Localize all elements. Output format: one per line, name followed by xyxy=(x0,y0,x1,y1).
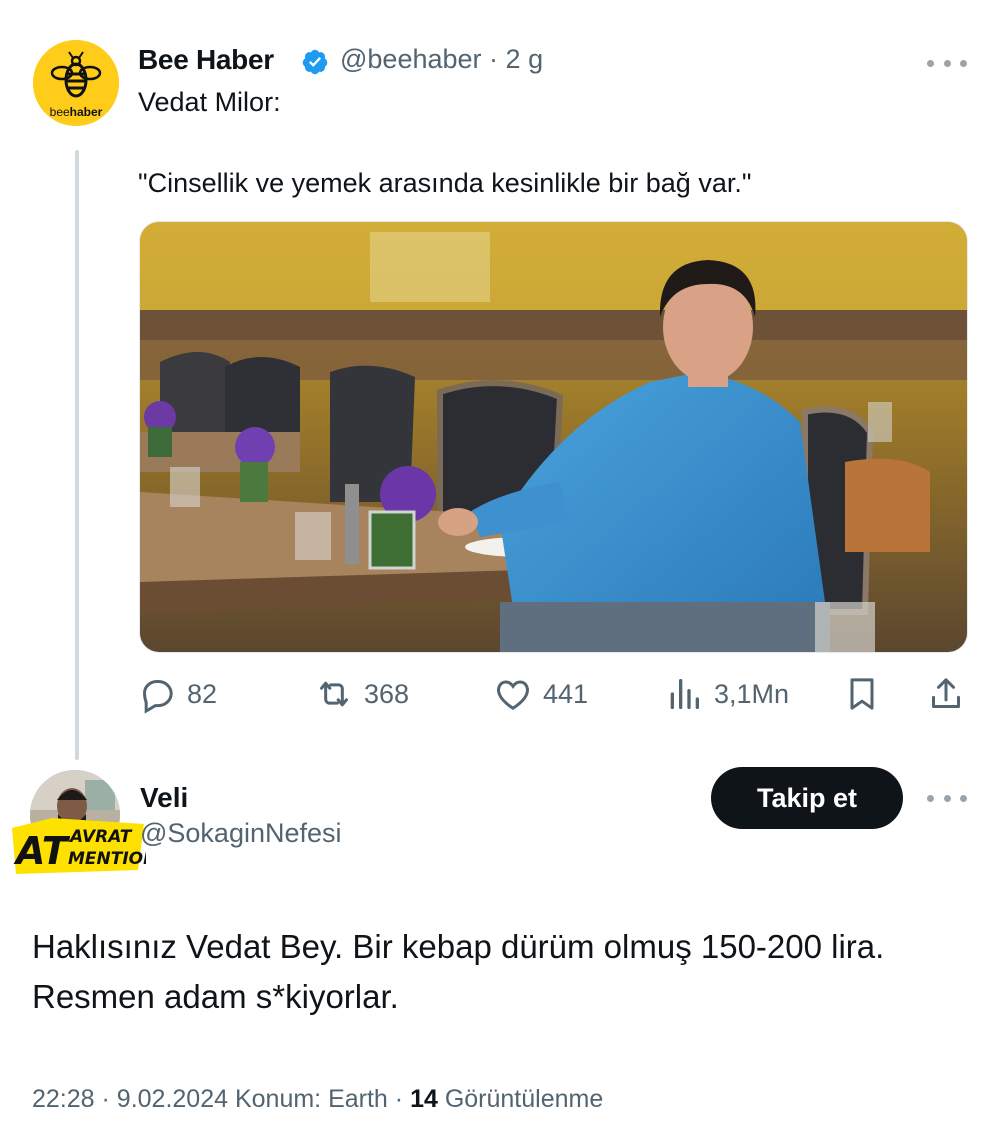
meta-separator: · xyxy=(101,1085,117,1113)
reply-icon xyxy=(142,680,173,714)
tweet-text-line: Vedat Milor: xyxy=(138,87,281,117)
bookmark-icon xyxy=(850,678,874,710)
reply-author-name[interactable]: Veli xyxy=(140,782,188,814)
reply-views-count: 14 xyxy=(410,1085,438,1113)
views-count: 3,1Mn xyxy=(714,678,790,709)
follow-button[interactable]: Takip et xyxy=(711,767,903,829)
reply-date[interactable]: 9.02.2024 xyxy=(117,1085,228,1113)
handle-text: @beehaber xyxy=(340,44,482,74)
handle-separator: · xyxy=(489,44,499,74)
svg-text:beehaber: beehaber xyxy=(50,105,103,119)
sticker-mention-text: MENTION xyxy=(68,849,146,869)
reply-views-label: Görüntülenme xyxy=(444,1085,604,1113)
reply-author-handle[interactable]: @SokaginNefesi xyxy=(140,818,342,849)
bookmark-button[interactable] xyxy=(842,672,882,716)
tweet-age: 2 g xyxy=(505,44,544,74)
verified-badge-icon xyxy=(301,48,329,76)
reply-count: 82 xyxy=(187,678,218,709)
meta-separator: · xyxy=(394,1085,411,1113)
tweet-more-icon[interactable] xyxy=(927,55,967,71)
reply-meta: 22:28 · 9.02.2024 Konum: Earth · 14 Görü… xyxy=(32,1085,603,1114)
sticker-at-text: AT xyxy=(13,829,71,873)
retweet-count: 368 xyxy=(364,678,410,709)
avatar-sticker: AT AVRAT MENTION xyxy=(12,808,157,878)
views-button[interactable]: 3,1Mn xyxy=(664,672,789,716)
share-button[interactable] xyxy=(926,672,966,716)
views-icon xyxy=(670,679,699,709)
like-count: 441 xyxy=(543,678,589,709)
like-button[interactable]: 441 xyxy=(493,672,588,716)
reply-more-icon[interactable] xyxy=(927,790,967,806)
tweet-author-handle[interactable]: @beehaber · 2 g xyxy=(340,44,543,75)
thread-connector-line xyxy=(75,150,79,760)
reply-location: Konum: Earth xyxy=(234,1085,388,1113)
retweet-button[interactable]: 368 xyxy=(314,672,409,716)
reply-text: Haklısınız Vedat Bey. Bir kebap dürüm ol… xyxy=(32,928,885,1015)
tweet-quote-text: "Cinsellik ve yemek arasında kesinlikle … xyxy=(138,168,752,198)
tweet-photo[interactable] xyxy=(139,221,968,653)
sticker-avrat-text: AVRAT xyxy=(68,827,133,847)
like-icon xyxy=(497,680,529,710)
reply-time[interactable]: 22:28 xyxy=(32,1085,95,1113)
share-icon xyxy=(932,678,960,708)
retweet-icon xyxy=(320,681,348,707)
reply-button[interactable]: 82 xyxy=(137,672,217,716)
tweet-author-name[interactable]: Bee Haber xyxy=(138,44,274,76)
beehaber-avatar[interactable]: beehaber xyxy=(33,40,119,126)
